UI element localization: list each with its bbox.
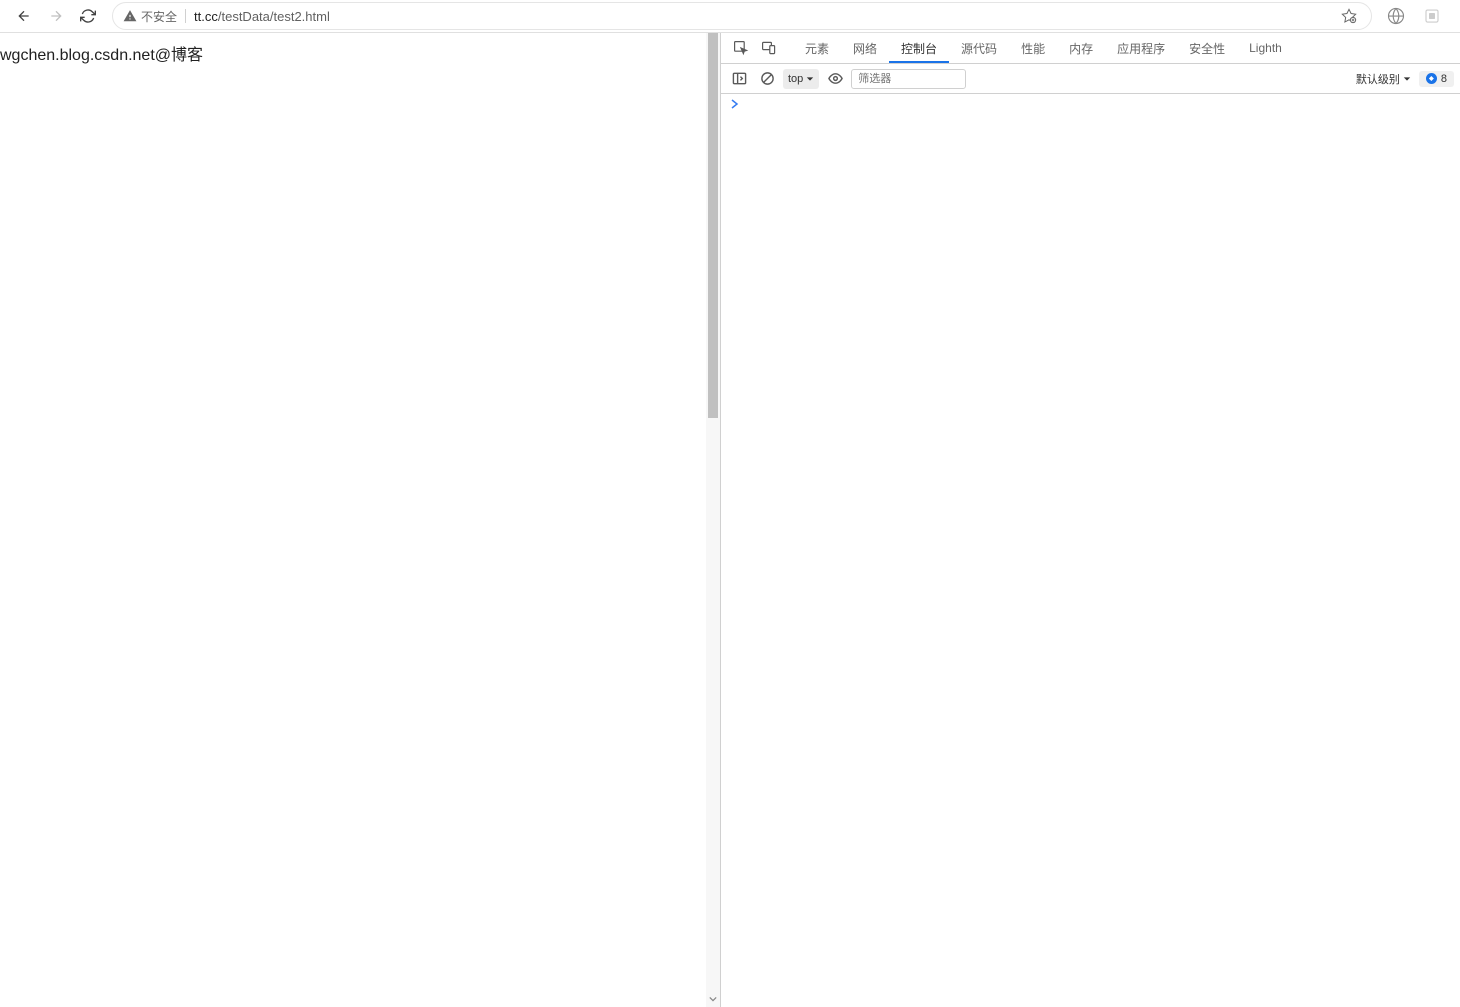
- scrollbar-thumb[interactable]: [708, 33, 718, 418]
- url-text: tt.cc/testData/test2.html: [194, 9, 1337, 24]
- chevron-down-icon: [1403, 75, 1411, 83]
- favorite-button[interactable]: [1337, 4, 1361, 28]
- url-host: tt.cc: [194, 9, 218, 24]
- device-toggle-icon[interactable]: [755, 34, 783, 62]
- tab-application[interactable]: 应用程序: [1105, 33, 1177, 63]
- tab-lighthouse[interactable]: Lighth: [1237, 33, 1294, 63]
- level-selector[interactable]: 默认级别: [1352, 71, 1415, 87]
- address-divider: [185, 9, 186, 23]
- extension-icon[interactable]: [1416, 2, 1448, 30]
- back-button[interactable]: [8, 2, 40, 30]
- prompt-chevron-icon: [731, 99, 739, 109]
- live-expression-icon[interactable]: [823, 67, 847, 91]
- clear-console-icon[interactable]: [755, 67, 779, 91]
- reload-button[interactable]: [72, 2, 104, 30]
- devtools-header: 元素 网络 控制台 源代码 性能 内存 应用程序 安全性 Lighth: [721, 33, 1460, 64]
- filter-input[interactable]: [851, 69, 966, 89]
- devtools-tabs: 元素 网络 控制台 源代码 性能 内存 应用程序 安全性 Lighth: [793, 33, 1294, 63]
- security-indicator[interactable]: 不安全: [123, 8, 177, 25]
- issues-count: 8: [1441, 73, 1447, 85]
- context-label: top: [788, 73, 803, 85]
- tab-performance[interactable]: 性能: [1009, 33, 1057, 63]
- tab-console[interactable]: 控制台: [889, 33, 949, 63]
- tab-elements[interactable]: 元素: [793, 33, 841, 63]
- translate-icon[interactable]: [1380, 2, 1412, 30]
- info-icon: [1426, 73, 1437, 84]
- main-area: wgchen.blog.csdn.net@博客 元素 网络 控制台 源代码 性能: [0, 33, 1460, 1007]
- page-scrollbar[interactable]: [706, 33, 720, 1007]
- security-label: 不安全: [141, 8, 177, 25]
- page-content: wgchen.blog.csdn.net@博客: [0, 33, 720, 1007]
- tab-memory[interactable]: 内存: [1057, 33, 1105, 63]
- address-bar-right: [1337, 4, 1361, 28]
- url-path: /testData/test2.html: [218, 9, 330, 24]
- inspect-element-icon[interactable]: [727, 34, 755, 62]
- tab-sources[interactable]: 源代码: [949, 33, 1009, 63]
- address-bar[interactable]: 不安全 tt.cc/testData/test2.html: [112, 2, 1372, 30]
- console-prompt[interactable]: [731, 96, 1450, 112]
- page-text: wgchen.blog.csdn.net@博客: [0, 33, 720, 65]
- console-toolbar: top 默认级别 8: [721, 64, 1460, 94]
- forward-button[interactable]: [40, 2, 72, 30]
- console-sidebar-toggle-icon[interactable]: [727, 67, 751, 91]
- issues-badge[interactable]: 8: [1419, 71, 1454, 87]
- tab-security[interactable]: 安全性: [1177, 33, 1237, 63]
- scroll-down-button[interactable]: [706, 991, 720, 1007]
- browser-toolbar: 不安全 tt.cc/testData/test2.html: [0, 0, 1460, 33]
- chevron-down-icon: [806, 75, 814, 83]
- devtools-panel: 元素 网络 控制台 源代码 性能 内存 应用程序 安全性 Lighth top: [720, 33, 1460, 1007]
- console-body[interactable]: [721, 94, 1460, 1007]
- context-selector[interactable]: top: [783, 69, 819, 89]
- tab-network[interactable]: 网络: [841, 33, 889, 63]
- toolbar-right-icons: [1380, 2, 1448, 30]
- level-label: 默认级别: [1356, 71, 1400, 87]
